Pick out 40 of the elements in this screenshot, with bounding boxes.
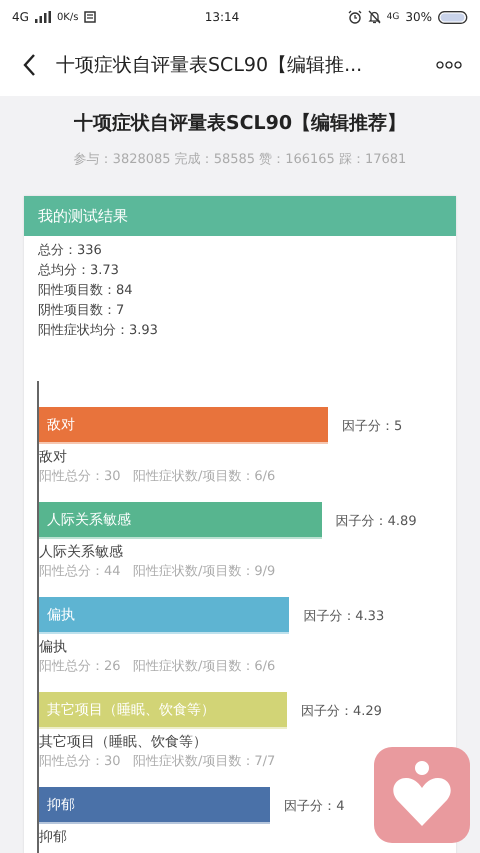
page-title: 十项症状自评量表SCL90【编辑推...	[56, 53, 364, 78]
bar-label: 偏执	[47, 606, 75, 624]
network-type: 4G	[386, 12, 400, 22]
factor-name: 抑郁	[39, 828, 68, 847]
network-type: 4G	[12, 10, 29, 24]
network-speed: 0K/s	[56, 12, 78, 22]
factor-detail: 阳性总分：30 阳性症状数/项目数：7/7	[39, 753, 276, 771]
factor-name: 人际关系敏感	[39, 543, 124, 562]
factor-score: 因子分：4.33	[303, 608, 384, 624]
bar-label: 其它项目（睡眠、饮食等）	[47, 700, 215, 718]
summary-line: 总均分：3.73	[38, 262, 120, 280]
summary-line: 阳性项目数：84	[38, 282, 134, 300]
factor-detail: 阳性总分：26 阳性症状数/项目数：6/6	[39, 658, 276, 676]
factor-detail: 阳性总分：30 阳性症状数/项目数：6/6	[39, 468, 276, 486]
factor-score: 因子分：4	[284, 798, 344, 814]
summary-line: 阳性症状均分：3.93	[38, 322, 159, 340]
battery-percent: 30%	[405, 10, 432, 24]
factor-name: 其它项目（睡眠、饮食等）	[39, 733, 208, 752]
bell-off-icon	[368, 10, 381, 24]
signal-icon	[34, 11, 51, 23]
factor-name: 敌对	[39, 448, 68, 467]
test-title: 十项症状自评量表SCL90【编辑推荐】	[74, 111, 406, 136]
alarm-icon	[348, 10, 362, 24]
bar-label: 抑郁	[47, 796, 75, 814]
factor-score: 因子分：4.29	[300, 702, 382, 720]
factor-detail: 阳性总分：44 阳性症状数/项目数：9/9	[39, 563, 276, 581]
factor-name: 偏执	[39, 638, 68, 657]
battery-icon	[438, 10, 468, 24]
factor-score: 因子分：5	[342, 418, 402, 434]
notification-icon	[84, 11, 96, 23]
summary-line: 总分：336	[38, 242, 103, 260]
bar-label: 人际关系敏感	[47, 510, 131, 528]
factor-score: 因子分：4.89	[336, 512, 417, 530]
more-button[interactable]	[436, 61, 462, 69]
bar-label: 敌对	[47, 416, 75, 434]
summary-line: 阴性项目数：7	[38, 302, 126, 320]
card-title: 我的测试结果	[38, 206, 128, 226]
clock: 13:14	[204, 10, 240, 24]
test-stats: 参与：3828085 完成：58585 赞：166165 踩：17681	[74, 151, 406, 168]
back-button[interactable]	[22, 53, 36, 77]
